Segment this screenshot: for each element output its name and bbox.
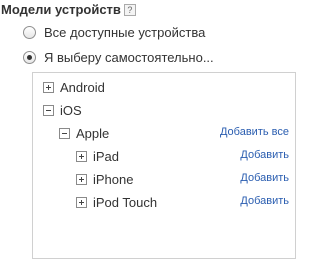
radio-custom-devices[interactable]: Я выберу самостоятельно... — [23, 50, 214, 65]
tree-node-label: iPod Touch — [93, 194, 158, 210]
collapse-minus-icon[interactable] — [59, 127, 70, 139]
expand-plus-icon[interactable] — [76, 150, 87, 162]
radio-button-custom-devices[interactable] — [23, 51, 36, 64]
radio-label-custom-devices: Я выберу самостоятельно... — [44, 50, 214, 65]
add-iphone-link[interactable]: Добавить — [240, 172, 289, 184]
expand-plus-icon[interactable] — [76, 196, 87, 208]
expand-plus-icon[interactable] — [43, 81, 54, 93]
radio-all-devices[interactable]: Все доступные устройства — [23, 25, 205, 40]
tree-node-label: Android — [60, 79, 105, 95]
tree-node-android[interactable]: Android — [43, 78, 105, 96]
device-tree: Android iOS Apple Добавить все iPad Доба… — [32, 72, 296, 259]
add-ipad-link[interactable]: Добавить — [240, 149, 289, 161]
tree-node-label: iOS — [60, 102, 82, 118]
radio-button-all-devices[interactable] — [23, 26, 36, 39]
help-icon[interactable]: ? — [123, 3, 136, 16]
tree-node-apple[interactable]: Apple — [59, 124, 109, 142]
tree-node-label: iPhone — [93, 171, 134, 187]
expand-plus-icon[interactable] — [76, 173, 87, 185]
tree-node-label: Apple — [76, 125, 110, 141]
tree-node-label: iPad — [93, 148, 120, 164]
section-title: Модели устройств ? — [1, 2, 136, 17]
add-all-link[interactable]: Добавить все — [220, 126, 289, 138]
add-ipod-touch-link[interactable]: Добавить — [240, 195, 289, 207]
radio-label-all-devices: Все доступные устройства — [44, 25, 206, 40]
tree-node-iphone[interactable]: iPhone — [76, 170, 133, 188]
section-title-text: Модели устройств — [1, 2, 121, 17]
collapse-minus-icon[interactable] — [43, 104, 54, 116]
tree-node-ios[interactable]: iOS — [43, 101, 82, 119]
tree-node-ipod-touch[interactable]: iPod Touch — [76, 193, 157, 211]
tree-node-ipad[interactable]: iPad — [76, 147, 119, 165]
